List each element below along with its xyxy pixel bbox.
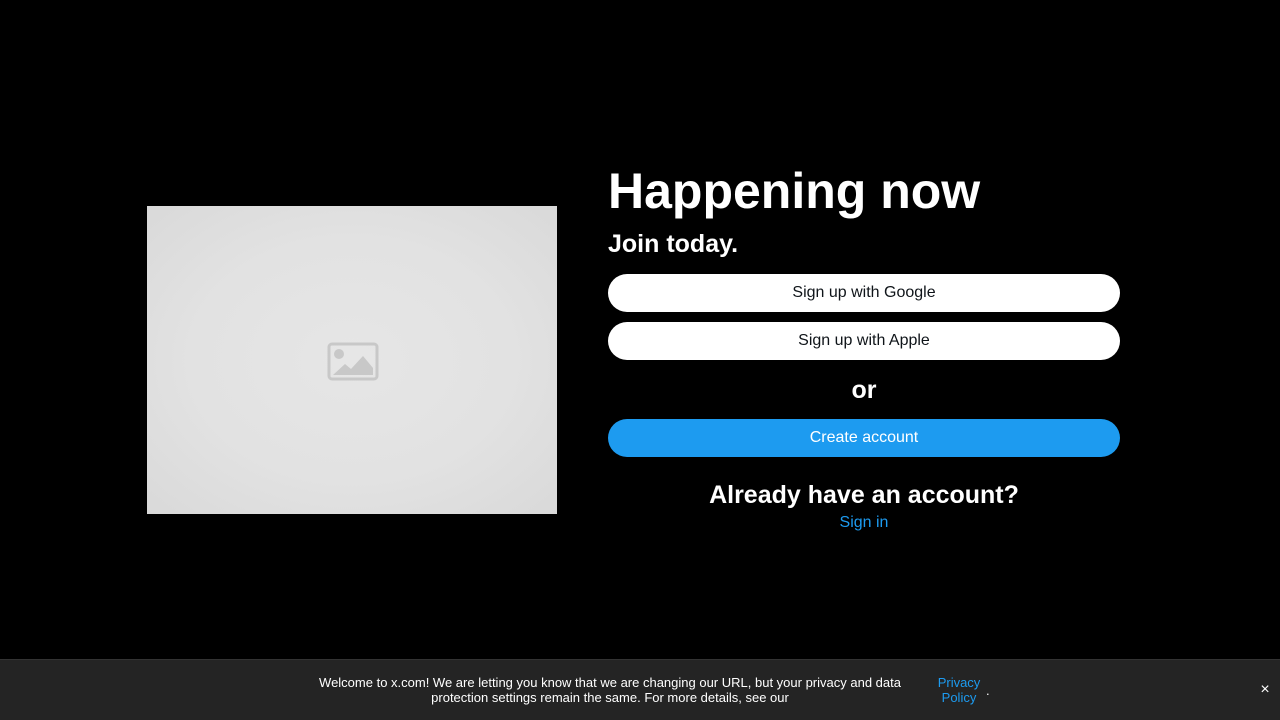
join-heading: Join today. xyxy=(608,230,739,258)
signup-panel: Happening now Join today. Sign up with G… xyxy=(608,160,1120,534)
close-icon[interactable]: × xyxy=(1255,680,1275,700)
banner-message: Welcome to x.com! We are letting you kno… xyxy=(319,675,901,705)
url-change-banner: Welcome to x.com! We are letting you kno… xyxy=(0,659,1280,720)
sign-up-google-button[interactable]: Sign up with Google xyxy=(608,274,1120,312)
page-title: Happening now xyxy=(608,163,981,219)
privacy-policy-link[interactable]: Privacy Policy xyxy=(930,675,988,705)
create-account-button[interactable]: Create account xyxy=(608,419,1120,457)
sign-in-link[interactable]: Sign in xyxy=(608,512,1120,534)
or-divider: or xyxy=(851,376,877,404)
image-placeholder-icon xyxy=(327,342,379,381)
sign-up-apple-button[interactable]: Sign up with Apple xyxy=(608,322,1120,360)
already-have-account-heading: Already have an account? xyxy=(709,481,1019,509)
page: Happening now Join today. Sign up with G… xyxy=(0,0,1280,720)
banner-period: . xyxy=(986,683,990,698)
hero-image xyxy=(147,206,557,514)
